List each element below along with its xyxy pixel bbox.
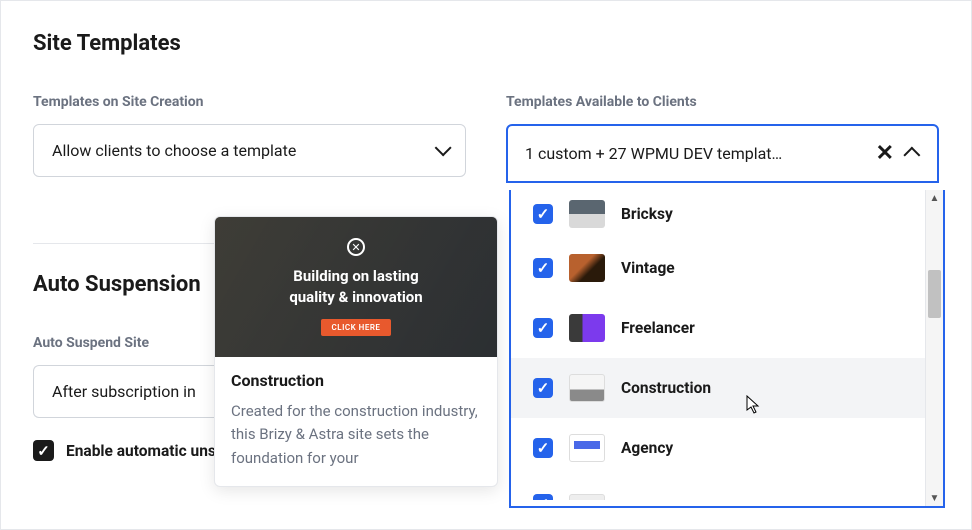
templates-available-summary: 1 custom + 27 WPMU DEV templat… — [525, 144, 782, 163]
templates-available-select[interactable]: 1 custom + 27 WPMU DEV templat… ✕ — [506, 124, 939, 183]
checkbox-icon[interactable]: ✓ — [533, 204, 553, 224]
template-preview-description: Created for the construction industry, t… — [231, 400, 481, 470]
template-thumbnail — [569, 254, 605, 282]
template-name: Bricksy — [621, 205, 673, 223]
templates-creation-value: Allow clients to choose a template — [52, 141, 296, 160]
template-thumbnail — [569, 494, 605, 500]
checkbox-icon[interactable]: ✓ — [533, 378, 553, 398]
clear-selection-icon[interactable]: ✕ — [862, 141, 908, 166]
template-preview-image: ✕ Building on lasting quality & innovati… — [215, 217, 497, 357]
template-option-vintage[interactable]: ✓ Vintage — [511, 238, 925, 298]
template-option-freelancer[interactable]: ✓ Freelancer — [511, 298, 925, 358]
template-thumbnail — [569, 200, 605, 228]
template-preview-cta: CLICK HERE — [321, 319, 392, 336]
scrollbar-thumb[interactable] — [928, 270, 941, 318]
templates-available-label: Templates Available to Clients — [506, 94, 939, 110]
template-name: Vintage — [621, 259, 675, 277]
template-preview-tooltip: ✕ Building on lasting quality & innovati… — [214, 216, 498, 487]
templates-dropdown-panel: ✓ Bricksy ✓ Vintage ✓ Freelancer ✓ Const… — [509, 190, 945, 508]
templates-dropdown-list[interactable]: ✓ Bricksy ✓ Vintage ✓ Freelancer ✓ Const… — [511, 190, 925, 506]
chevron-down-icon — [435, 141, 447, 160]
scroll-up-icon[interactable]: ▲ — [926, 190, 943, 206]
template-preview-logo-icon: ✕ — [347, 238, 365, 256]
template-preview-title: Construction — [231, 371, 481, 390]
templates-creation-select[interactable]: Allow clients to choose a template — [33, 124, 466, 177]
templates-creation-label: Templates on Site Creation — [33, 94, 466, 110]
template-thumbnail — [569, 434, 605, 462]
template-option-construction[interactable]: ✓ Construction — [511, 358, 925, 418]
template-option-more[interactable]: ✓ — [511, 478, 925, 500]
auto-suspend-value: After subscription in — [52, 382, 196, 401]
page-title: Site Templates — [33, 31, 939, 56]
template-option-agency[interactable]: ✓ Agency — [511, 418, 925, 478]
mouse-cursor-icon — [746, 395, 762, 420]
checkbox-icon[interactable]: ✓ — [533, 438, 553, 458]
chevron-up-icon[interactable] — [908, 144, 920, 163]
checkbox-icon[interactable]: ✓ — [533, 258, 553, 278]
template-name: Agency — [621, 439, 673, 457]
template-thumbnail — [569, 314, 605, 342]
template-name: Construction — [621, 379, 711, 397]
checkbox-icon[interactable]: ✓ — [533, 318, 553, 338]
checkbox-icon[interactable]: ✓ — [533, 494, 553, 500]
template-thumbnail — [569, 374, 605, 402]
template-option-bricksy[interactable]: ✓ Bricksy — [511, 196, 925, 238]
template-preview-heading: Building on lasting quality & innovation — [289, 266, 422, 307]
scroll-down-icon[interactable]: ▼ — [926, 490, 943, 506]
template-name: Freelancer — [621, 319, 695, 337]
enable-auto-unsuspend-checkbox[interactable]: ✓ — [33, 440, 54, 461]
dropdown-scrollbar[interactable]: ▲ ▼ — [925, 190, 943, 506]
